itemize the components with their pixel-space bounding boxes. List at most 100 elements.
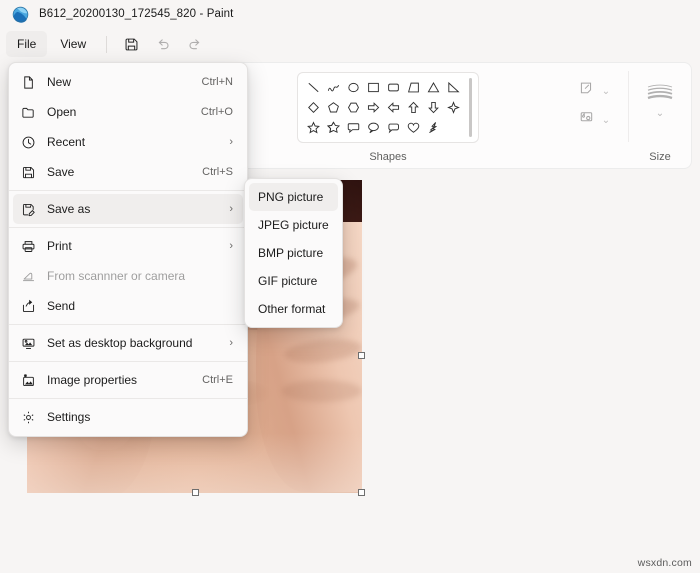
submenu-item-other-format[interactable]: Other format bbox=[249, 295, 338, 323]
menu-item-save[interactable]: Save Ctrl+S bbox=[13, 157, 243, 187]
ribbon-group-shapes-label: Shapes bbox=[369, 151, 407, 163]
menubar-file[interactable]: File bbox=[6, 31, 48, 57]
menu-bar: File View bbox=[0, 28, 700, 60]
menu-item-label: Settings bbox=[47, 410, 91, 424]
right-arrow-shape[interactable] bbox=[364, 98, 383, 117]
four-point-star-shape[interactable] bbox=[444, 98, 463, 117]
chevron-right-icon: › bbox=[229, 240, 233, 252]
curve-shape[interactable] bbox=[324, 78, 343, 97]
menu-item-open[interactable]: Open Ctrl+O bbox=[13, 97, 243, 127]
submenu-item-jpeg-picture[interactable]: JPEG picture bbox=[249, 211, 338, 239]
title-bar: B612_20200130_172545_820 - Paint bbox=[0, 0, 700, 28]
menu-separator bbox=[9, 398, 247, 399]
hexagon-shape[interactable] bbox=[344, 98, 363, 117]
rounded-callout-shape[interactable] bbox=[344, 118, 363, 137]
gear-icon bbox=[21, 410, 47, 425]
menu-item-new[interactable]: New Ctrl+N bbox=[13, 67, 243, 97]
menu-separator bbox=[9, 324, 247, 325]
save-disk-icon bbox=[21, 165, 47, 180]
rounded-rectangle-shape[interactable] bbox=[384, 78, 403, 97]
menu-item-label: Send bbox=[47, 299, 76, 313]
down-arrow-shape[interactable] bbox=[424, 98, 443, 117]
chevron-right-icon: › bbox=[229, 136, 233, 148]
menu-item-image-properties[interactable]: Image properties Ctrl+E bbox=[13, 365, 243, 395]
window-title: B612_20200130_172545_820 - Paint bbox=[39, 8, 234, 20]
chevron-down-icon[interactable]: ⌄ bbox=[656, 109, 664, 119]
pentagon-shape[interactable] bbox=[324, 98, 343, 117]
heart-shape[interactable] bbox=[404, 118, 423, 137]
save-as-icon bbox=[21, 202, 47, 217]
menu-item-label: Set as desktop background bbox=[47, 336, 193, 350]
menu-item-label: Open bbox=[47, 105, 77, 119]
polygon-shape[interactable] bbox=[404, 78, 423, 97]
oval-shape[interactable] bbox=[344, 78, 363, 97]
shapes-grid bbox=[304, 78, 463, 137]
chevron-right-icon: › bbox=[229, 203, 233, 215]
left-arrow-shape[interactable] bbox=[384, 98, 403, 117]
ribbon-group-size-label: Size bbox=[649, 151, 671, 163]
cloud-callout-shape[interactable] bbox=[384, 118, 403, 137]
menu-item-label: New bbox=[47, 75, 72, 89]
paint-window: B612_20200130_172545_820 - Paint File Vi… bbox=[0, 0, 700, 573]
menu-item-settings[interactable]: Settings bbox=[13, 402, 243, 432]
fill-button[interactable]: ⌄ bbox=[578, 108, 610, 127]
save-as-submenu: PNG picture JPEG picture BMP picture GIF… bbox=[244, 178, 343, 328]
new-file-icon bbox=[21, 75, 47, 90]
menu-item-label: Image properties bbox=[47, 373, 138, 387]
up-arrow-shape[interactable] bbox=[404, 98, 423, 117]
bottom-right-handle[interactable] bbox=[358, 489, 365, 496]
open-folder-icon bbox=[21, 105, 47, 120]
menu-item-recent[interactable]: Recent › bbox=[13, 127, 243, 157]
paint-palette-icon bbox=[12, 6, 29, 23]
undo-icon bbox=[148, 31, 178, 57]
menu-item-accel: Ctrl+S bbox=[202, 166, 233, 178]
menu-item-save-as[interactable]: Save as › bbox=[13, 194, 243, 224]
menu-item-from-scanner-or-camera: From scannner or camera bbox=[13, 261, 243, 291]
menubar-divider bbox=[106, 35, 108, 53]
menu-item-send[interactable]: Send bbox=[13, 291, 243, 321]
menu-item-set-as-desktop-background[interactable]: Set as desktop background › bbox=[13, 328, 243, 358]
five-point-star-shape[interactable] bbox=[304, 118, 323, 137]
menu-item-accel: Ctrl+O bbox=[200, 106, 233, 118]
rectangle-shape[interactable] bbox=[364, 78, 383, 97]
shapes-panel bbox=[297, 72, 479, 143]
file-menu: New Ctrl+N Open Ctrl+O Recent › Save Ctr… bbox=[8, 62, 248, 437]
lightning-shape[interactable] bbox=[424, 118, 443, 137]
ribbon-group-size: ⌄ Size bbox=[629, 63, 691, 168]
submenu-item-png-picture[interactable]: PNG picture bbox=[249, 183, 338, 211]
menu-separator bbox=[9, 361, 247, 362]
menu-item-print[interactable]: Print › bbox=[13, 231, 243, 261]
six-point-star-shape[interactable] bbox=[324, 118, 343, 137]
submenu-item-gif-picture[interactable]: GIF picture bbox=[249, 267, 338, 295]
submenu-item-bmp-picture[interactable]: BMP picture bbox=[249, 239, 338, 267]
ribbon-group-shapes: Shapes bbox=[216, 63, 560, 168]
menu-item-label: From scannner or camera bbox=[47, 269, 186, 283]
shapes-scrollbar[interactable] bbox=[469, 78, 472, 137]
size-control[interactable]: ⌄ bbox=[645, 81, 675, 119]
oval-callout-shape[interactable] bbox=[364, 118, 383, 137]
right-triangle-shape[interactable] bbox=[444, 78, 463, 97]
clock-icon bbox=[21, 135, 47, 150]
menu-item-label: Recent bbox=[47, 135, 86, 149]
menu-separator bbox=[9, 190, 247, 191]
ribbon-group-outline-fill: ⌄ ⌄ bbox=[560, 63, 628, 168]
menu-item-label: Print bbox=[47, 239, 72, 253]
outline-button[interactable]: ⌄ bbox=[578, 79, 610, 98]
chevron-down-icon[interactable]: ⌄ bbox=[602, 115, 610, 126]
middle-right-handle[interactable] bbox=[358, 352, 365, 359]
save-icon[interactable] bbox=[116, 31, 146, 57]
triangle-shape[interactable] bbox=[424, 78, 443, 97]
printer-icon bbox=[21, 239, 47, 254]
menu-item-label: Save as bbox=[47, 202, 91, 216]
chevron-down-icon[interactable]: ⌄ bbox=[602, 86, 610, 97]
image-properties-icon bbox=[21, 373, 47, 388]
redo-icon bbox=[180, 31, 210, 57]
scanner-icon bbox=[21, 269, 47, 284]
line-shape[interactable] bbox=[304, 78, 323, 97]
menubar-view[interactable]: View bbox=[49, 31, 97, 57]
menu-item-accel: Ctrl+E bbox=[202, 374, 233, 386]
menu-item-label: Save bbox=[47, 165, 75, 179]
diamond-shape[interactable] bbox=[304, 98, 323, 117]
bottom-center-handle[interactable] bbox=[192, 489, 199, 496]
desktop-background-icon bbox=[21, 336, 47, 351]
